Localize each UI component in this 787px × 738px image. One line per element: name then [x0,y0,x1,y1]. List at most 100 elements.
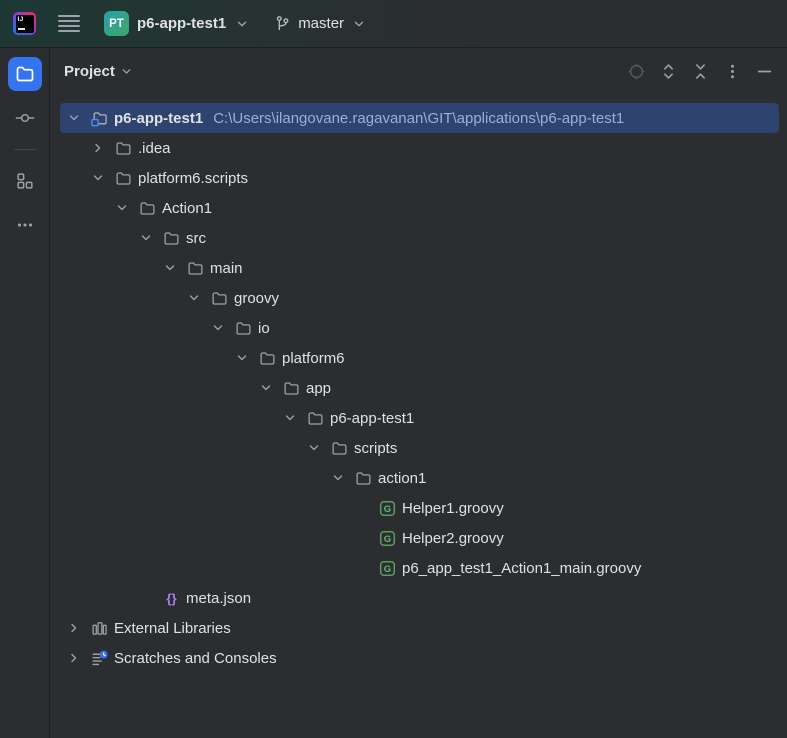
tree-item-label: p6-app-test1 [330,409,415,427]
tree-item-label: Scratches and Consoles [114,649,277,667]
hide-panel-button[interactable] [751,58,777,84]
chevron-right-icon[interactable] [65,620,82,636]
collapse-all-icon [691,62,710,81]
tree-row[interactable]: scripts [60,433,779,463]
tree-row[interactable]: Action1 [60,193,779,223]
external-libraries-icon [91,620,108,637]
tree-item-path: C:\Users\ilangovane.ragavanan\GIT\applic… [213,109,625,127]
titlebar: IJ PT p6-app-test1 master [0,0,787,48]
tree-row[interactable]: Gp6_app_test1_Action1_main.groovy [60,553,779,583]
chevron-down-icon[interactable] [137,230,154,246]
git-branch-icon [277,16,289,31]
tree-row[interactable]: External Libraries [60,613,779,643]
tree-row[interactable]: main [60,253,779,283]
project-tool-icon [15,64,35,84]
tree-item-label: platform6 [282,349,345,367]
tree-row[interactable]: p6-app-test1 [60,403,779,433]
tree-row[interactable]: G Helper2.groovy [60,523,779,553]
panel-actions [623,58,777,84]
tree-row[interactable]: Scratches and Consoles [60,643,779,673]
chevron-down-icon[interactable] [329,470,346,486]
project-view-selector[interactable]: Project [64,63,134,80]
structure-tool-icon [14,170,36,192]
chevron-down-icon[interactable] [281,410,298,426]
tree-row[interactable]: {} meta.json [60,583,779,613]
tree-row[interactable]: io [60,313,779,343]
tree-row[interactable]: G Helper1.groovy [60,493,779,523]
tree-item-label: app [306,379,332,397]
groovy-file-icon: G [379,500,396,517]
tree-row[interactable]: action1 [60,463,779,493]
tree-row[interactable]: platform6.scripts [60,163,779,193]
tool-window-stripe [0,48,50,738]
tree-item-label: p6_app_test1_Action1_main.groovy [402,559,642,577]
tree-row[interactable]: p6-app-test1 C:\Users\ilangovane.ragavana… [60,103,779,133]
tree-item-label: main [210,259,243,277]
folder-icon [187,260,204,277]
tool-window-button-commit[interactable] [8,101,42,135]
tree-item-label: scripts [354,439,398,457]
tree-row[interactable]: groovy [60,283,779,313]
chevron-down-icon[interactable] [233,350,250,366]
intellij-logo-text: IJ [15,14,34,33]
tree-item-label: io [258,319,270,337]
tool-window-button-structure[interactable] [8,164,42,198]
tree-item-label: meta.json [186,589,252,607]
branch-name: master [298,15,345,32]
tree-row[interactable]: app [60,373,779,403]
svg-text:G: G [384,534,391,545]
groovy-file-icon: G [379,530,396,547]
folder-icon [283,380,300,397]
more-options-button[interactable] [719,58,745,84]
folder-icon [355,470,372,487]
chevron-right-icon[interactable] [89,140,106,156]
folder-icon [331,440,348,457]
tree-item-label: p6-app-test1 [114,109,204,127]
tree-row[interactable]: .idea [60,133,779,163]
tree-row[interactable]: platform6 [60,343,779,373]
chevron-down-icon[interactable] [209,320,226,336]
project-selector[interactable]: PT p6-app-test1 [104,11,250,36]
chevron-down-icon[interactable] [89,170,106,186]
target-icon [627,62,646,81]
svg-text:G: G [384,504,391,515]
commit-tool-icon [14,107,36,129]
folder-icon [259,350,276,367]
folder-icon [235,320,252,337]
folder-icon [211,290,228,307]
kebab-menu-icon [723,62,742,81]
tree-row[interactable]: src [60,223,779,253]
groovy-file-icon: G [379,560,396,577]
expand-all-icon [659,62,678,81]
chevron-down-icon[interactable] [257,380,274,396]
project-folder-icon [91,110,108,127]
tool-window-button-more[interactable] [8,208,42,242]
stripe-divider [13,149,36,150]
chevron-right-icon[interactable] [65,650,82,666]
tool-window-button-project[interactable] [7,57,42,91]
chevron-down-icon[interactable] [305,440,322,456]
tree-item-label: Helper2.groovy [402,529,504,547]
project-panel: Project p6-app-test1 C:\Users\ilangovane.… [50,48,787,738]
project-tree: p6-app-test1 C:\Users\ilangovane.ragavana… [50,94,787,738]
chevron-down-icon[interactable] [185,290,202,306]
json-file-icon: {} [163,590,180,607]
tree-item-label: External Libraries [114,619,231,637]
locate-opened-file-button[interactable] [623,58,649,84]
tree-item-label: src [186,229,206,247]
project-avatar: PT [104,11,129,36]
minimize-icon [755,62,774,81]
chevron-down-icon [237,20,247,26]
chevron-down-icon[interactable] [113,200,130,216]
collapse-all-button[interactable] [687,58,713,84]
chevron-down-icon[interactable] [65,110,82,126]
chevron-down-icon [354,20,364,26]
svg-text:G: G [384,564,391,575]
branch-selector[interactable]: master [274,15,367,32]
chevron-down-icon[interactable] [161,260,178,276]
main-menu-icon[interactable] [58,15,80,32]
tree-item-label: action1 [378,469,427,487]
expand-all-button[interactable] [655,58,681,84]
folder-icon [163,230,180,247]
